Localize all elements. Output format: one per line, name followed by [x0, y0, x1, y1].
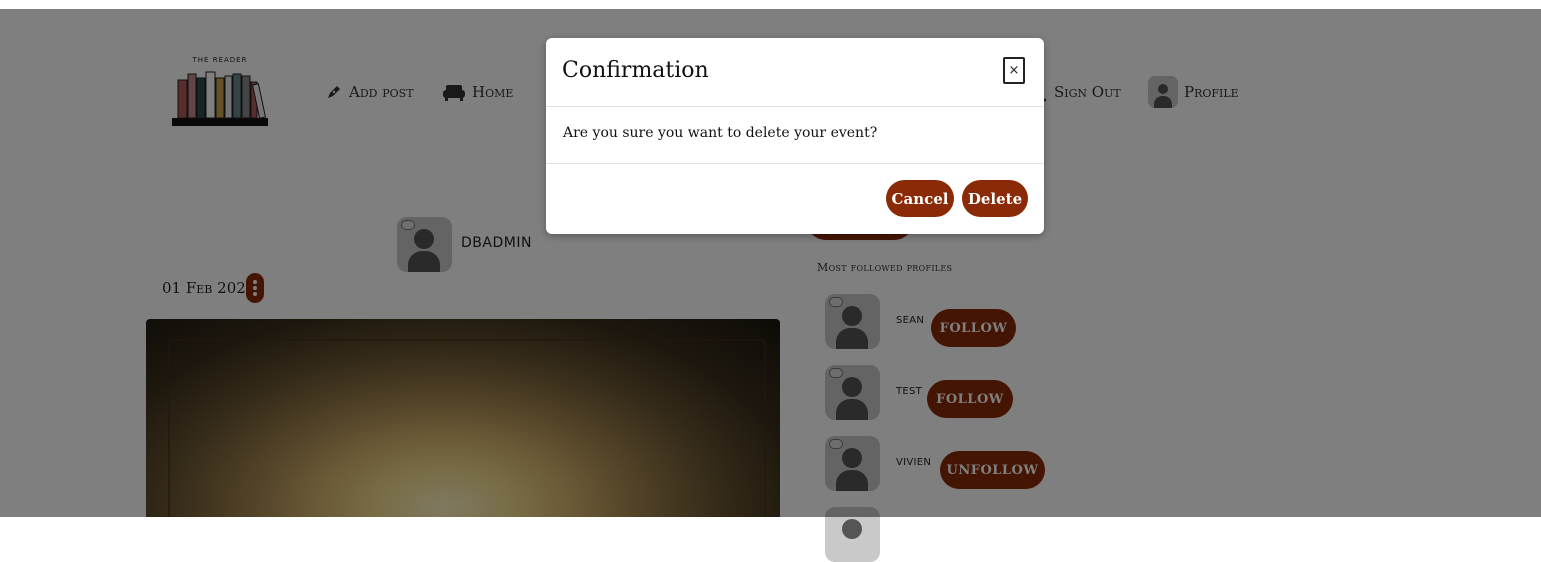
modal-title: Confirmation: [562, 58, 709, 83]
modal-message: Are you sure you want to delete your eve…: [563, 125, 878, 141]
delete-button[interactable]: Delete: [962, 180, 1028, 217]
browser-top-strip: [0, 0, 1541, 9]
modal-body: Are you sure you want to delete your eve…: [546, 107, 1044, 164]
modal-header: Confirmation ×: [546, 38, 1044, 107]
cancel-button[interactable]: Cancel: [886, 180, 954, 217]
close-icon[interactable]: ×: [1003, 57, 1025, 84]
confirmation-modal: Confirmation × Are you sure you want to …: [546, 38, 1044, 234]
